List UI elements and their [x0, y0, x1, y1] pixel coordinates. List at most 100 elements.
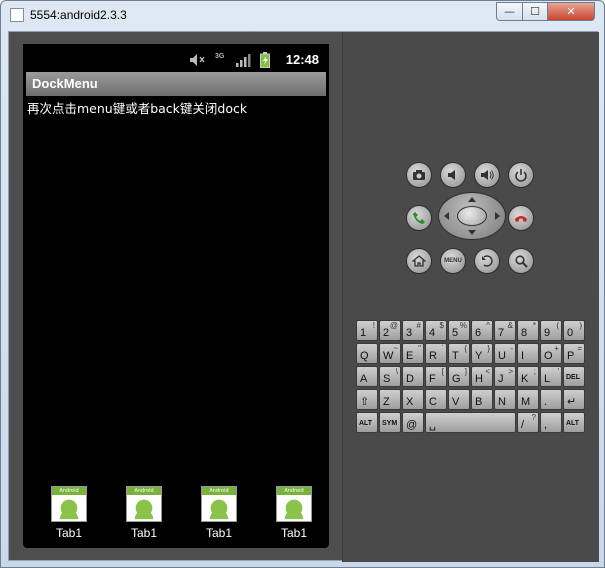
phone-call-icon: [413, 212, 425, 224]
key-row4-4[interactable]: V: [448, 389, 470, 410]
key-row2-5[interactable]: Y}: [471, 343, 493, 364]
key-label: B: [475, 396, 483, 408]
key-alt-label: [: [441, 367, 444, 376]
key-row2-9[interactable]: P =: [563, 343, 585, 364]
key-row2-6[interactable]: U-: [494, 343, 516, 364]
key-row1-2[interactable]: 3 #: [402, 320, 424, 341]
dpad-right-icon[interactable]: [495, 212, 500, 220]
key-row2-2[interactable]: E ": [402, 343, 424, 364]
key-row2-1[interactable]: W ~: [379, 343, 401, 364]
key-row5-1[interactable]: SYM: [379, 412, 401, 433]
maximize-button[interactable]: ☐: [522, 2, 548, 21]
key-label: DEL: [566, 374, 580, 381]
key-alt-label: ;: [533, 367, 536, 376]
key-alt-label: %: [459, 321, 467, 330]
key-label: Q: [360, 350, 369, 362]
key-label: 1: [360, 327, 367, 339]
key-row5-3[interactable]: ␣: [425, 412, 516, 433]
key-label: SYM: [382, 420, 398, 427]
key-row1-7[interactable]: 8 *: [517, 320, 539, 341]
key-row3-4[interactable]: G]: [448, 366, 470, 387]
key-label: X: [406, 396, 414, 408]
key-row2-0[interactable]: Q: [356, 343, 378, 364]
camera-button[interactable]: [406, 162, 432, 188]
key-row5-0[interactable]: ALT: [356, 412, 378, 433]
key-row1-8[interactable]: 9(: [540, 320, 562, 341]
volume-up-button[interactable]: [474, 162, 500, 188]
search-icon: [515, 255, 528, 268]
key-alt-label: ~: [393, 344, 398, 353]
key-row4-0[interactable]: ⇧: [356, 389, 378, 410]
end-call-button[interactable]: [508, 205, 534, 231]
dpad-center-button[interactable]: [457, 206, 487, 226]
dpad-up-icon[interactable]: [468, 197, 476, 202]
volume-down-button[interactable]: [440, 162, 466, 188]
key-row3-0[interactable]: A: [356, 366, 378, 387]
key-row3-8[interactable]: L ': [540, 366, 562, 387]
home-button[interactable]: [406, 248, 432, 274]
key-row5-4[interactable]: /?: [517, 412, 539, 433]
dock-tab-1[interactable]: Android Tab1: [39, 486, 99, 546]
key-row1-0[interactable]: 1!: [356, 320, 378, 341]
key-label: D: [406, 373, 414, 385]
key-row3-3[interactable]: F[: [425, 366, 447, 387]
key-row1-9[interactable]: 0): [563, 320, 585, 341]
dock-tab-3[interactable]: Android Tab1: [189, 486, 249, 546]
phone-screen[interactable]: 3G 12:48 DockMenu 再次点击menu键或者back键关闭dock: [23, 44, 329, 548]
menu-button[interactable]: MENU: [440, 248, 466, 274]
key-row1-1[interactable]: 2 @: [379, 320, 401, 341]
dock-tab-2[interactable]: Android Tab1: [114, 486, 174, 546]
android-icon: Android: [276, 486, 312, 522]
key-row5-6[interactable]: ALT: [563, 412, 585, 433]
call-button[interactable]: [406, 205, 432, 231]
key-alt-label: ): [579, 321, 582, 330]
dock-tab-label: Tab1: [205, 526, 233, 540]
key-row4-7[interactable]: M: [517, 389, 539, 410]
key-row5-2[interactable]: @: [402, 412, 424, 433]
key-row1-5[interactable]: 6 ^: [471, 320, 493, 341]
key-label: I: [521, 350, 525, 362]
key-row1-4[interactable]: 5%: [448, 320, 470, 341]
key-row4-5[interactable]: B: [471, 389, 493, 410]
key-alt-label: !: [372, 321, 375, 330]
key-row1-6[interactable]: 7 &: [494, 320, 516, 341]
key-row3-9[interactable]: DEL: [563, 366, 585, 387]
key-row2-8[interactable]: O +: [540, 343, 562, 364]
dpad-down-icon[interactable]: [468, 230, 476, 235]
key-row2-7[interactable]: I: [517, 343, 539, 364]
key-row5-5[interactable]: ,: [540, 412, 562, 433]
key-row2-3[interactable]: R `: [425, 343, 447, 364]
search-button[interactable]: [508, 248, 534, 274]
close-button[interactable]: ✕: [547, 2, 595, 21]
key-row4-1[interactable]: Z: [379, 389, 401, 410]
dock-tab-4[interactable]: Android Tab1: [264, 486, 324, 546]
key-row3-2[interactable]: D: [402, 366, 424, 387]
key-row3-1[interactable]: S \: [379, 366, 401, 387]
mute-icon: [190, 54, 205, 66]
key-row4-3[interactable]: C: [425, 389, 447, 410]
key-row3-7[interactable]: K;: [517, 366, 539, 387]
key-row3-6[interactable]: J >: [494, 366, 516, 387]
key-row4-2[interactable]: X: [402, 389, 424, 410]
status-bar[interactable]: 3G 12:48: [23, 44, 329, 72]
dpad-left-icon[interactable]: [444, 212, 449, 220]
key-label: ⇧: [360, 396, 370, 408]
key-row3-5[interactable]: H <: [471, 366, 493, 387]
key-row4-8[interactable]: .: [540, 389, 562, 410]
key-row4-6[interactable]: N: [494, 389, 516, 410]
key-label: P: [567, 350, 575, 362]
hardware-keyboard: 1! 2 @3 #4 $5% 6 ^ 7 & 8 * 9(0) Q W ~ E " R ` T{Y} U - I O + P = A S…: [356, 320, 587, 433]
key-label: T: [452, 350, 459, 362]
key-label: E: [406, 350, 414, 362]
home-icon: [412, 255, 426, 267]
key-row4-9[interactable]: ↵: [563, 389, 585, 410]
minimize-button[interactable]: —: [496, 2, 523, 21]
android-icon: Android: [51, 486, 87, 522]
power-button[interactable]: [508, 162, 534, 188]
app-window-icon: [10, 8, 24, 22]
back-icon: [482, 255, 493, 267]
title-bar[interactable]: 5554:android2.3.3 — ☐ ✕: [1, 1, 604, 31]
back-button[interactable]: [474, 248, 500, 274]
key-row2-4[interactable]: T{: [448, 343, 470, 364]
key-row1-3[interactable]: 4 $: [425, 320, 447, 341]
